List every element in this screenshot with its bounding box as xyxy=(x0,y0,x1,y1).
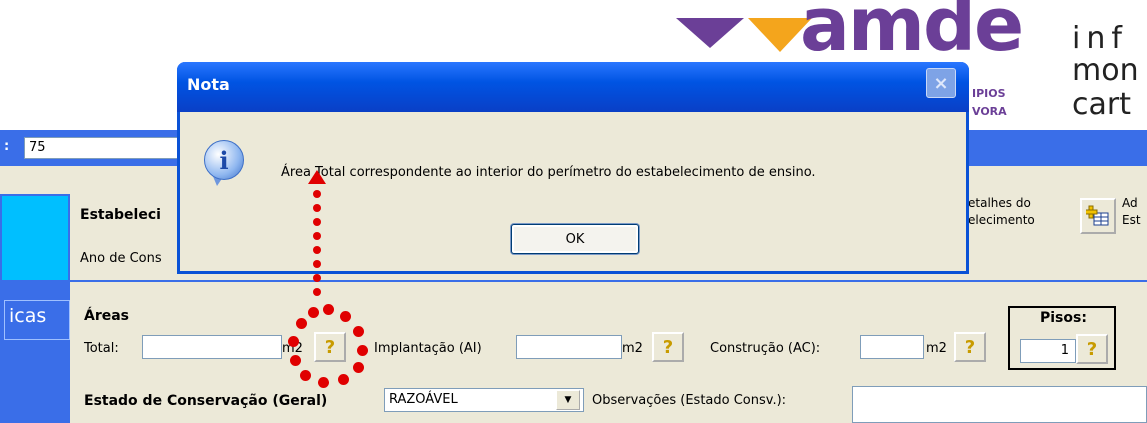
estabelecimento-title: Estabeleci xyxy=(80,207,161,223)
dialog-message: Área Total correspondente ao interior do… xyxy=(281,165,816,180)
logo-subtitle-1: IPIOS xyxy=(972,87,1006,100)
observacoes-label: Observações (Estado Consv.): xyxy=(592,393,787,408)
close-icon[interactable]: × xyxy=(926,68,956,98)
annotation-ring-dot xyxy=(357,345,368,356)
annotation-ring-dot xyxy=(318,377,329,388)
dialog-titlebar[interactable] xyxy=(177,62,969,112)
logo-wordmark: amde xyxy=(800,0,1024,68)
ok-button[interactable]: OK xyxy=(511,224,639,254)
total-area-label: Total: xyxy=(84,341,119,356)
pisos-input[interactable]: 1 xyxy=(1020,339,1076,363)
logo-purple-shape xyxy=(676,18,744,48)
question-icon: ? xyxy=(324,336,336,358)
add-table-icon xyxy=(1086,205,1109,226)
tagline-line-2: mon xyxy=(1072,53,1139,88)
implantacao-unit: m2 xyxy=(622,341,643,356)
question-icon: ? xyxy=(1086,338,1098,360)
tagline-line-3: cart xyxy=(1072,87,1131,122)
annotation-ring-dot xyxy=(323,304,334,315)
annotation-dot xyxy=(313,260,321,268)
annotation-ring-dot xyxy=(288,336,299,347)
pisos-label: Pisos: xyxy=(1040,310,1087,326)
annotation-ring-dot xyxy=(290,355,301,366)
annotation-dot xyxy=(313,190,321,198)
add-label-line-1: Ad xyxy=(1122,196,1138,210)
details-label-line-2: elecimento xyxy=(968,213,1035,227)
tagline-line-1: inf xyxy=(1072,21,1128,56)
annotation-dot xyxy=(313,232,321,240)
annotation-dot xyxy=(313,204,321,212)
question-icon: ? xyxy=(662,336,674,358)
annotation-dot xyxy=(313,274,321,282)
annotation-dot xyxy=(313,246,321,254)
add-establishment-button[interactable] xyxy=(1080,198,1116,234)
annotation-ring-dot xyxy=(296,318,307,329)
question-icon: ? xyxy=(964,336,976,358)
details-label-line-1: etalhes do xyxy=(968,196,1031,210)
annotation-ring-dot xyxy=(300,370,311,381)
annotation-ring-dot xyxy=(338,374,349,385)
info-icon: i xyxy=(204,140,244,180)
add-label-line-2: Est xyxy=(1122,213,1141,227)
estado-conservacao-label: Estado de Conservação (Geral) xyxy=(84,393,328,409)
construcao-input[interactable] xyxy=(860,335,924,359)
annotation-ring-dot xyxy=(308,307,319,318)
pisos-help-button[interactable]: ? xyxy=(1076,334,1108,364)
observacoes-input[interactable] xyxy=(852,386,1147,423)
annotation-ring-dot xyxy=(353,326,364,337)
annotation-arrowhead xyxy=(308,170,326,184)
estado-conservacao-select[interactable]: RAZOÁVEL xyxy=(384,388,584,412)
dialog-title: Nota xyxy=(187,75,230,94)
nav-panel-top[interactable] xyxy=(0,194,70,282)
construcao-unit: m2 xyxy=(926,341,947,356)
record-id-label: : xyxy=(4,139,10,154)
implantacao-help-button[interactable]: ? xyxy=(652,332,684,362)
construcao-help-button[interactable]: ? xyxy=(954,332,986,362)
implantacao-label: Implantação (AI) xyxy=(374,341,482,356)
total-area-input[interactable] xyxy=(142,335,282,359)
annotation-dot xyxy=(313,288,321,296)
annotation-ring-dot xyxy=(353,362,364,373)
dropdown-arrow-icon[interactable]: ▼ xyxy=(556,390,580,410)
record-id-field[interactable]: 75 xyxy=(24,137,184,159)
ano-construcao-label: Ano de Cons xyxy=(80,251,162,266)
logo-subtitle-2: VORA xyxy=(972,105,1007,118)
construcao-label: Construção (AC): xyxy=(710,341,821,356)
total-area-help-button[interactable]: ? xyxy=(314,332,346,362)
areas-section-title: Áreas xyxy=(84,308,130,324)
annotation-ring-dot xyxy=(340,311,351,322)
annotation-dot xyxy=(313,218,321,226)
implantacao-input[interactable] xyxy=(516,335,622,359)
nav-tab-caracteristicas[interactable]: icas xyxy=(4,300,70,340)
